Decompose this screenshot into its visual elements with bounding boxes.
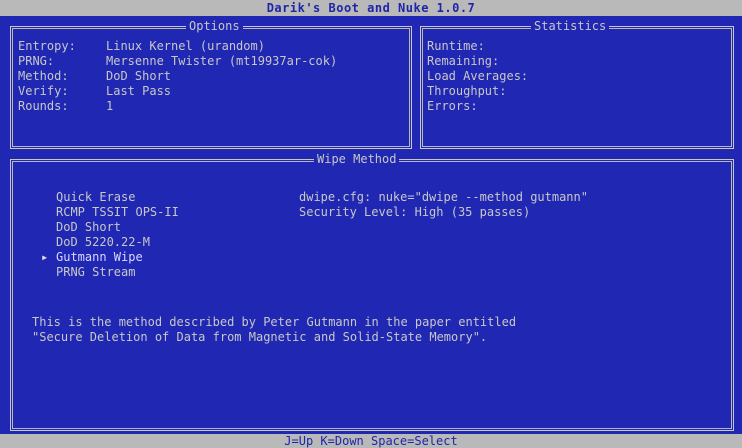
option-value: Last Pass (106, 84, 172, 98)
main-screen: Options Entropy: Linux Kernel (urandom) P… (0, 16, 742, 434)
option-value: DoD Short (106, 69, 172, 83)
option-label: Verify: (18, 84, 69, 98)
window-title-bar: Darik's Boot and Nuke 1.0.7 (0, 0, 742, 16)
stat-remaining: Remaining: (427, 54, 500, 68)
stat-throughput: Throughput: (427, 84, 507, 98)
selection-arrow-icon: ▸ (41, 250, 49, 264)
method-item-rcmp-tssit[interactable]: RCMP TSSIT OPS-II (56, 205, 179, 220)
stat-load-averages: Load Averages: (427, 69, 529, 83)
option-prng: PRNG: Mersenne Twister (mt19937ar-cok) (18, 54, 337, 69)
key-help: J=Up K=Down Space=Select (284, 434, 458, 448)
option-value: 1 (106, 99, 114, 113)
option-label: Entropy: (18, 39, 76, 53)
security-level: Security Level: High (35 passes) (299, 205, 531, 219)
option-entropy: Entropy: Linux Kernel (urandom) (18, 39, 265, 54)
method-item-dod-short[interactable]: DoD Short (56, 220, 121, 235)
method-description-line: This is the method described by Peter Gu… (32, 315, 517, 329)
method-item-dod-5220[interactable]: DoD 5220.22-M (56, 235, 150, 250)
method-item-prng-stream[interactable]: PRNG Stream (56, 265, 135, 280)
option-value: Linux Kernel (urandom) (106, 39, 265, 53)
options-panel-title: Options (186, 19, 243, 33)
status-bar: J=Up K=Down Space=Select (0, 434, 742, 448)
statistics-panel-title: Statistics (531, 19, 610, 33)
options-panel: Options Entropy: Linux Kernel (urandom) P… (10, 19, 412, 149)
wipe-method-panel: Wipe Method Quick Erase RCMP TSSIT OPS-I… (10, 152, 734, 431)
method-item-quick-erase[interactable]: Quick Erase (56, 190, 135, 205)
option-rounds: Rounds: 1 (18, 99, 113, 114)
method-item-gutmann-wipe[interactable]: Gutmann Wipe (56, 250, 143, 265)
option-method: Method: DoD Short (18, 69, 171, 84)
option-verify: Verify: Last Pass (18, 84, 171, 99)
option-label: PRNG: (18, 54, 55, 68)
option-label: Method: (18, 69, 69, 83)
option-value: Mersenne Twister (mt19937ar-cok) (106, 54, 338, 68)
config-line: dwipe.cfg: nuke="dwipe --method gutmann" (299, 190, 588, 204)
window-title: Darik's Boot and Nuke 1.0.7 (266, 1, 476, 15)
method-description-line: "Secure Deletion of Data from Magnetic a… (32, 330, 488, 344)
stat-runtime: Runtime: (427, 39, 485, 53)
option-label: Rounds: (18, 99, 69, 113)
statistics-panel: Statistics Runtime: Remaining: Load Aver… (420, 19, 734, 149)
stat-errors: Errors: (427, 99, 478, 113)
wipe-method-panel-title: Wipe Method (314, 152, 400, 166)
